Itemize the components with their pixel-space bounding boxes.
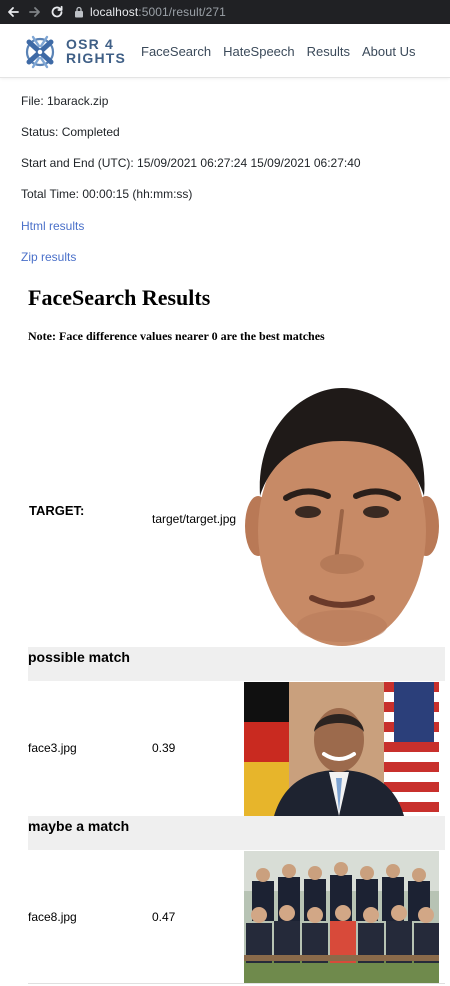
results-note: Note: Face difference values nearer 0 ar… xyxy=(28,329,325,343)
reload-icon[interactable] xyxy=(46,0,68,24)
status-info: Status: Completed xyxy=(21,125,120,139)
lock-icon xyxy=(75,6,83,18)
target-path: target/target.jpg xyxy=(152,512,237,526)
table-bottom-divider xyxy=(28,983,445,984)
html-results-link[interactable]: Html results xyxy=(21,219,84,233)
nav-links: FaceSearch HateSpeech Results About Us xyxy=(141,44,416,59)
nav-results[interactable]: Results xyxy=(307,44,350,59)
back-arrow-icon[interactable] xyxy=(2,0,24,24)
target-face-image xyxy=(244,386,440,648)
zip-results-link[interactable]: Zip results xyxy=(21,250,76,264)
match-score: 0.47 xyxy=(152,910,176,924)
total-time-info: Total Time: 00:00:15 (hh:mm:ss) xyxy=(21,187,193,201)
logo-line-2: RIGHTS xyxy=(66,50,127,66)
url-path: :5001/result/271 xyxy=(138,5,226,19)
site-navbar: OSR 4 RIGHTS FaceSearch HateSpeech Resul… xyxy=(0,24,450,78)
address-bar[interactable]: localhost:5001/result/271 xyxy=(74,0,226,24)
nav-hatespeech[interactable]: HateSpeech xyxy=(223,44,295,59)
match-score: 0.39 xyxy=(152,741,176,755)
results-title: FaceSearch Results xyxy=(28,285,211,310)
logo-wordmark: OSR 4 RIGHTS xyxy=(66,37,130,65)
browser-toolbar: localhost:5001/result/271 xyxy=(0,0,450,24)
match-file-name: face3.jpg xyxy=(28,741,77,755)
file-info: File: 1barack.zip xyxy=(21,94,109,108)
url-host: localhost xyxy=(90,5,139,19)
nav-about-us[interactable]: About Us xyxy=(362,44,415,59)
match-file-name: face8.jpg xyxy=(28,910,77,924)
nav-facesearch[interactable]: FaceSearch xyxy=(141,44,211,59)
target-label: TARGET: xyxy=(29,503,85,518)
start-end-info: Start and End (UTC): 15/09/2021 06:27:24… xyxy=(21,156,361,170)
section-title-possible-match: possible match xyxy=(28,649,130,665)
forward-arrow-icon[interactable] xyxy=(24,0,46,24)
logo-line-1: OSR 4 xyxy=(66,36,115,52)
osr4rights-logo-icon[interactable] xyxy=(22,34,58,70)
match-face-image xyxy=(244,682,439,816)
match-group-image xyxy=(244,851,439,983)
section-title-maybe-match: maybe a match xyxy=(28,818,130,834)
